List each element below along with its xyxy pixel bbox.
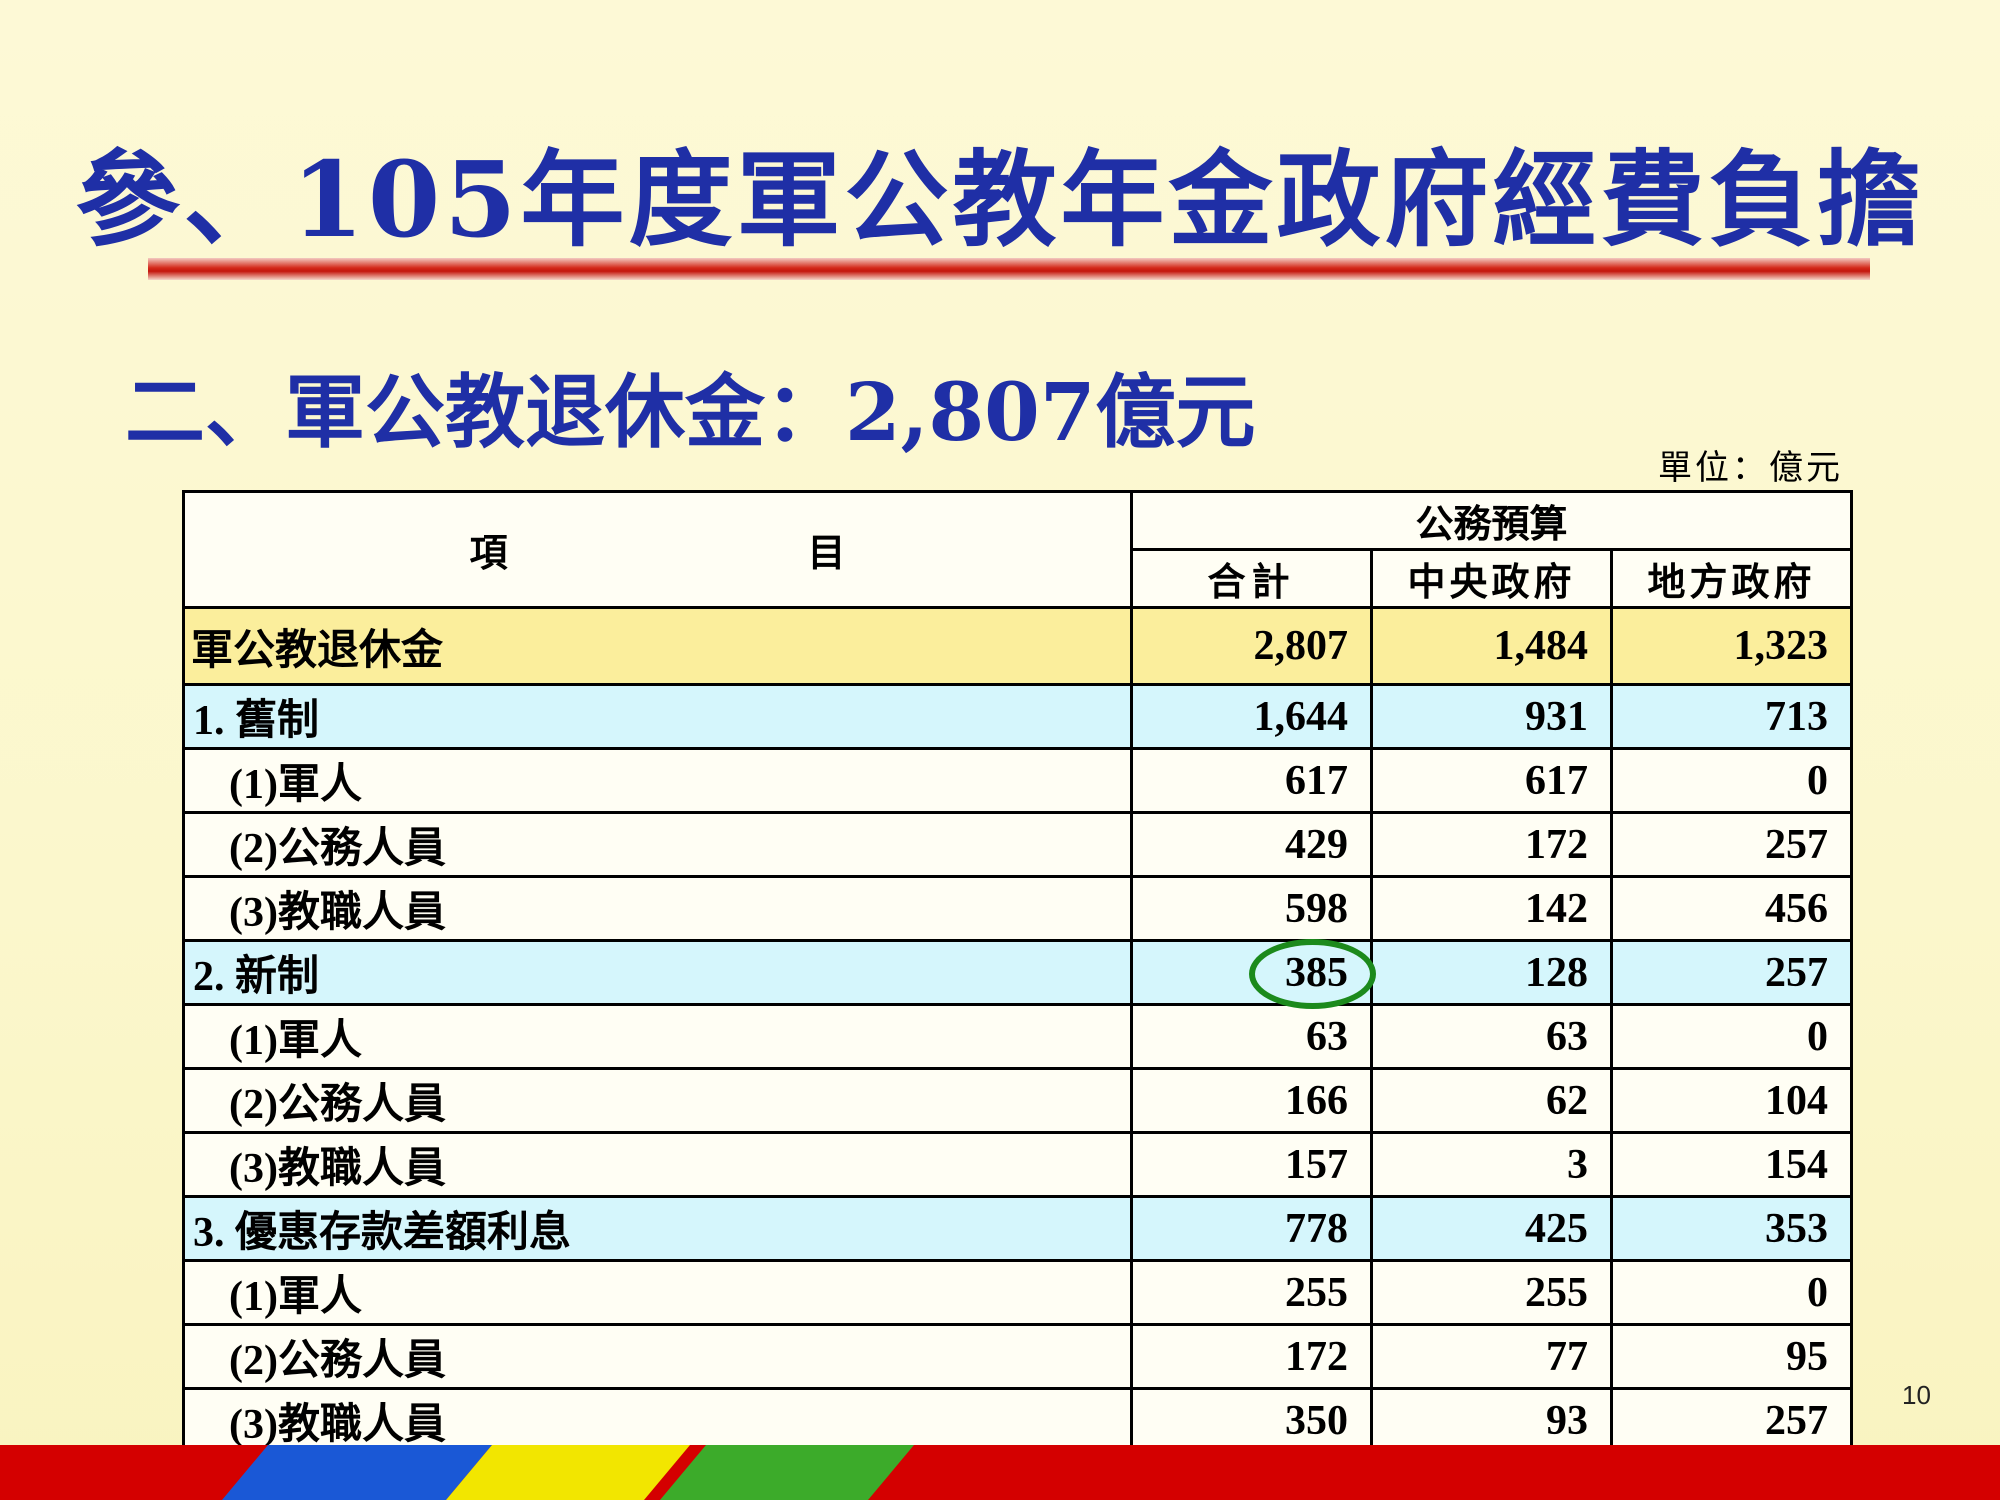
- row-central: 617: [1370, 747, 1613, 814]
- row-local: 353: [1609, 1195, 1854, 1262]
- header-total: 合計: [1130, 548, 1373, 609]
- row-total: 172: [1130, 1323, 1373, 1390]
- table-row: (3)教職人員 350 93 257: [182, 1387, 1854, 1454]
- row-local: 0: [1609, 1259, 1854, 1326]
- row-local: 257: [1609, 939, 1854, 1006]
- row-local: 1,323: [1609, 606, 1854, 686]
- row-label: 3. 優惠存款差額利息: [182, 1195, 1133, 1262]
- row-local: 713: [1609, 683, 1854, 750]
- table-row: (2)公務人員 429 172 257: [182, 811, 1854, 878]
- row-label: (3)教職人員: [182, 1387, 1133, 1454]
- row-total: 385: [1130, 938, 1376, 1009]
- row-total: 617: [1130, 747, 1373, 814]
- row-total: 350: [1130, 1387, 1373, 1454]
- row-total: 778: [1130, 1195, 1373, 1262]
- circled-value: 385: [1249, 938, 1376, 1009]
- row-central: 142: [1370, 875, 1613, 942]
- row-central: 931: [1370, 683, 1613, 750]
- row-total: 429: [1130, 811, 1373, 878]
- row-local: 104: [1609, 1067, 1854, 1134]
- row-local: 0: [1609, 1003, 1854, 1070]
- row-central: 128: [1370, 939, 1613, 1006]
- row-local: 257: [1609, 1387, 1854, 1454]
- row-central: 3: [1370, 1131, 1613, 1198]
- table-row: (3)教職人員 598 142 456: [182, 875, 1854, 942]
- table-row: 軍公教退休金 2,807 1,484 1,323: [182, 606, 1854, 686]
- table-row: 3. 優惠存款差額利息 778 425 353: [182, 1195, 1854, 1262]
- row-total: 2,807: [1130, 606, 1373, 686]
- title-underline: [148, 258, 1870, 280]
- row-label: (3)教職人員: [182, 1131, 1133, 1198]
- table-row: (3)教職人員 157 3 154: [182, 1131, 1854, 1198]
- table-row: (1)軍人 617 617 0: [182, 747, 1854, 814]
- row-local: 154: [1609, 1131, 1854, 1198]
- row-central: 62: [1370, 1067, 1613, 1134]
- row-label: (3)教職人員: [182, 875, 1133, 942]
- row-total: 157: [1130, 1131, 1373, 1198]
- slide-subtitle: 二、軍公教退休金：2,807億元: [125, 365, 1256, 459]
- table-row: (2)公務人員 172 77 95: [182, 1323, 1854, 1390]
- row-central: 63: [1370, 1003, 1613, 1070]
- row-label: 1. 舊制: [182, 683, 1133, 750]
- row-label: (1)軍人: [182, 747, 1133, 814]
- header-group-budget: 公務預算: [1129, 490, 1854, 551]
- row-local: 257: [1609, 811, 1854, 878]
- row-label: (2)公務人員: [182, 1323, 1133, 1390]
- row-central: 77: [1370, 1323, 1613, 1390]
- table-row: (1)軍人 63 63 0: [182, 1003, 1854, 1070]
- row-total: 255: [1130, 1259, 1373, 1326]
- table-body: 軍公教退休金 2,807 1,484 1,323 1. 舊制 1,644 931 713 (1)…: [182, 606, 1854, 1454]
- row-total: 1,644: [1130, 683, 1373, 750]
- header-item: 項目: [182, 490, 1133, 609]
- header-item-label-1: 項: [469, 533, 508, 575]
- header-local: 地方政府: [1609, 548, 1854, 609]
- table-row: 1. 舊制 1,644 931 713: [182, 683, 1854, 750]
- table-row: (1)軍人 255 255 0: [182, 1259, 1854, 1326]
- row-central: 425: [1370, 1195, 1613, 1262]
- footer-blue-stripe: [222, 1445, 492, 1500]
- header-item-label-2: 目: [807, 533, 846, 575]
- page-number: 10: [1902, 1380, 1931, 1410]
- row-total: 63: [1130, 1003, 1373, 1070]
- row-central: 255: [1370, 1259, 1613, 1326]
- table-row: 2. 新制 385 128 257: [182, 938, 1854, 1009]
- footer-color-bar: [0, 1445, 2000, 1500]
- unit-label: 單位：億元: [1658, 448, 1843, 488]
- row-label: (2)公務人員: [182, 1067, 1133, 1134]
- row-local: 95: [1609, 1323, 1854, 1390]
- row-central: 93: [1370, 1387, 1613, 1454]
- row-local: 0: [1609, 747, 1854, 814]
- row-central: 172: [1370, 811, 1613, 878]
- row-total: 166: [1130, 1067, 1373, 1134]
- table-row: (2)公務人員 166 62 104: [182, 1067, 1854, 1134]
- row-central: 1,484: [1370, 606, 1613, 686]
- row-label: (1)軍人: [182, 1259, 1133, 1326]
- header-central: 中央政府: [1370, 548, 1613, 609]
- pension-table: 項目 公務預算 合計 中央政府 地方政府 軍公教退休金 2,807 1,484 1,3…: [182, 490, 1854, 1454]
- row-local: 456: [1609, 875, 1854, 942]
- row-label: (1)軍人: [182, 1003, 1133, 1070]
- slide-title: 參、105年度軍公教年金政府經費負擔: [75, 138, 1925, 261]
- row-label: 2. 新制: [182, 939, 1133, 1006]
- row-total: 598: [1130, 875, 1373, 942]
- row-label: 軍公教退休金: [182, 606, 1133, 686]
- row-label: (2)公務人員: [182, 811, 1133, 878]
